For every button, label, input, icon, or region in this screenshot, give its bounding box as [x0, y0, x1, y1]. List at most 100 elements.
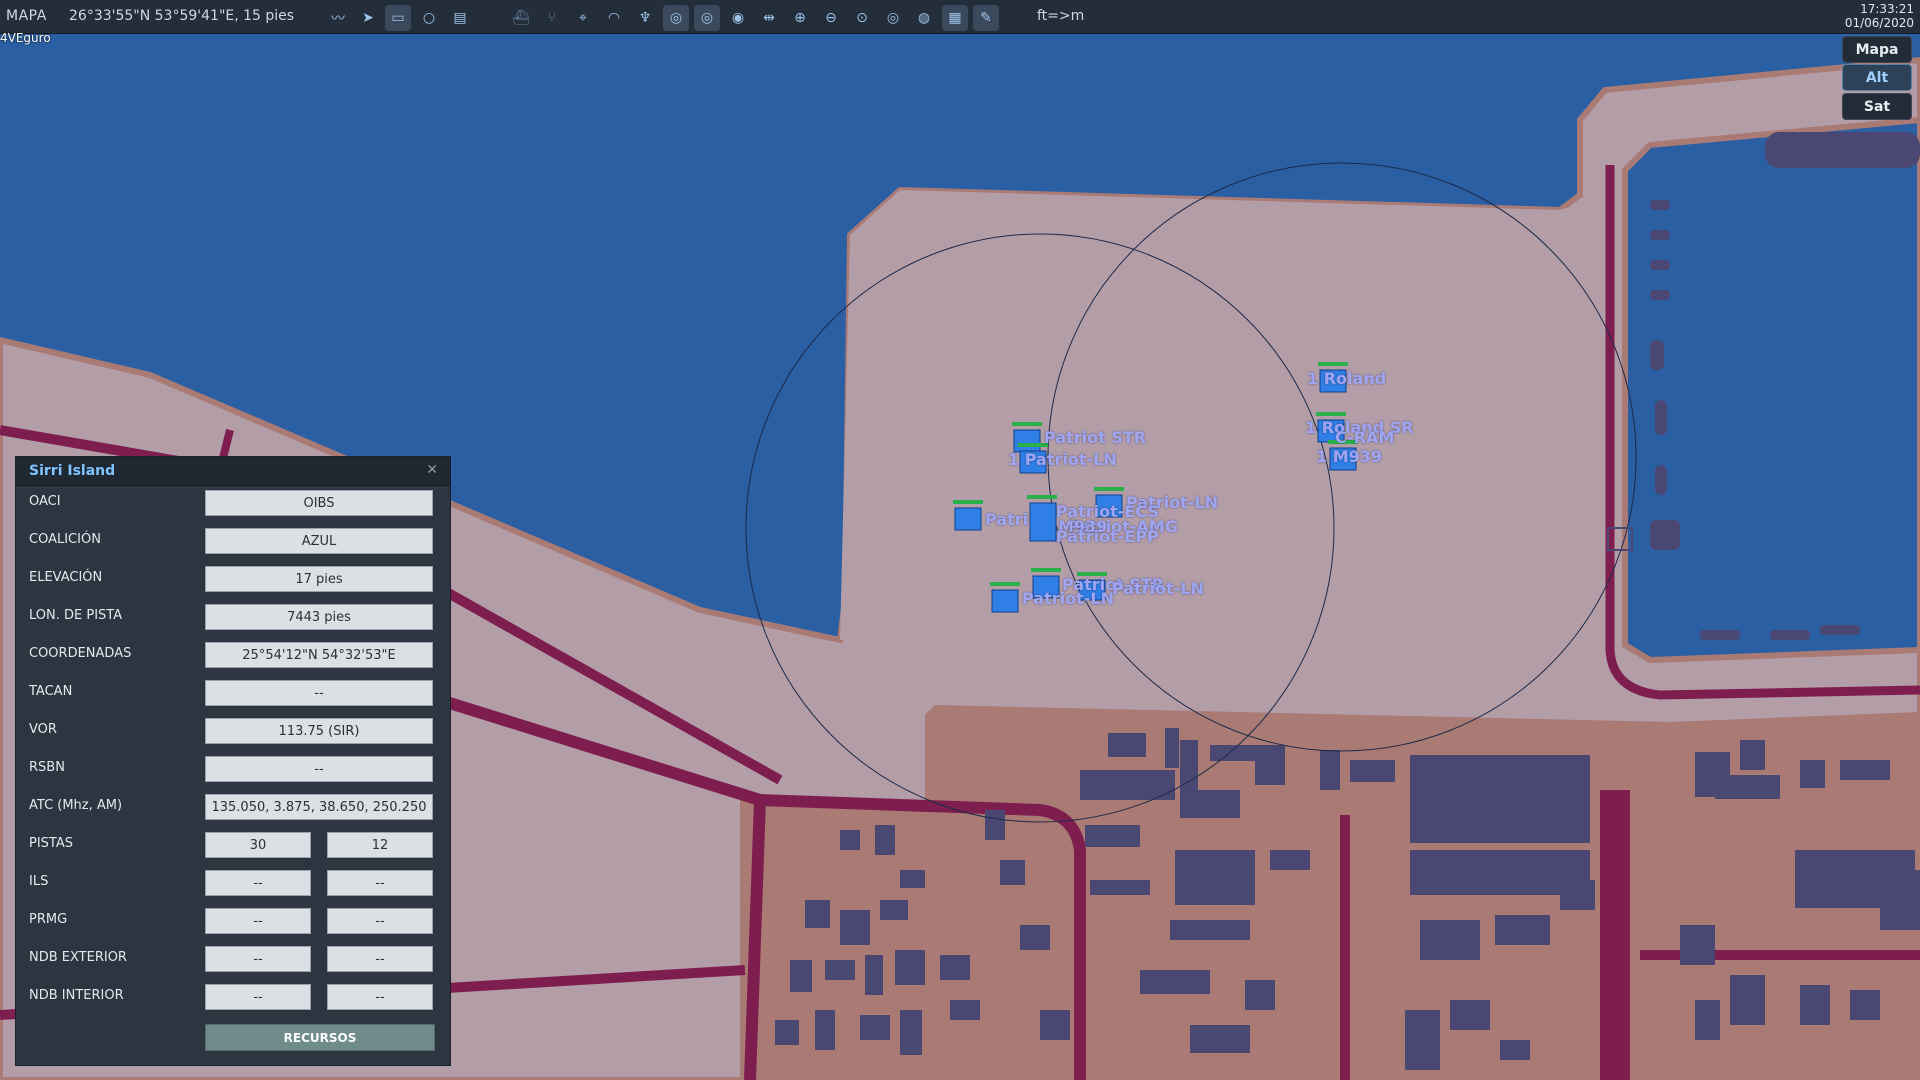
row-label: NDB INTERIOR — [29, 988, 124, 1003]
row-ndb-interior: NDB INTERIOR -- -- — [16, 981, 450, 1011]
ils-field-1: -- — [205, 870, 311, 896]
prmg-field-1: -- — [205, 908, 311, 934]
row-ndb-exterior: NDB EXTERIOR -- -- — [16, 943, 450, 973]
target-icon[interactable]: ◎ — [880, 5, 906, 31]
ils-field-2: -- — [327, 870, 433, 896]
panel-title: Sirri Island — [29, 463, 116, 479]
row-label: TACAN — [29, 684, 73, 699]
date-value: 01/06/2020 — [1844, 16, 1914, 30]
row-vor: VOR 113.75 (SIR) — [16, 715, 450, 745]
radar-red-icon[interactable]: ◎ — [663, 5, 689, 31]
unit-name: M939 — [1332, 447, 1383, 466]
recursos-button[interactable]: RECURSOS — [205, 1024, 435, 1051]
zoom-out-icon[interactable]: ⊖ — [818, 5, 844, 31]
cursor-coordinates: 26°33'55"N 53°59'41"E, 15 pies — [69, 8, 295, 24]
top-toolbar: MAPA 26°33'55"N 53°59'41"E, 15 pies 〰 ➤ … — [0, 0, 1920, 34]
unit-toggle-button[interactable]: ft=>m — [1037, 8, 1084, 24]
unit-name: Patriot-LN — [1024, 450, 1117, 469]
oaci-field: OIBS — [205, 490, 433, 516]
circle-icon[interactable]: ○ — [416, 5, 442, 31]
airfield-info-panel: Sirri Island ✕ OACI OIBS COALICIÓN AZUL … — [15, 456, 451, 1066]
globe-icon[interactable]: ◍ — [911, 5, 937, 31]
row-label: ILS — [29, 874, 49, 889]
corner-overlay-label: 4VEguro — [0, 31, 51, 45]
unit-label-m939[interactable]: 1 M939 — [1316, 447, 1382, 466]
wifi-signal-icon[interactable]: ◠ — [601, 5, 627, 31]
navigate-arrow-icon[interactable]: ➤ — [355, 5, 381, 31]
row-ils: ILS -- -- — [16, 867, 450, 897]
pan-icon[interactable]: ⇹ — [756, 5, 782, 31]
ship-icon[interactable]: ⛴ — [508, 5, 534, 31]
unit-label-patriot-ln-4[interactable]: Patriot-LN — [1112, 579, 1204, 598]
coordenadas-field: 25°54'12"N 54°32'53"E — [205, 642, 433, 668]
map-type-alt-button[interactable]: Alt — [1842, 64, 1912, 91]
row-label: PRMG — [29, 912, 68, 927]
unit-prefix: 1 — [1316, 447, 1328, 466]
row-label: VOR — [29, 722, 57, 737]
pencil-icon[interactable]: ✎ — [973, 5, 999, 31]
unit-label-patri[interactable]: Patri — [985, 510, 1028, 529]
map-type-mapa-button[interactable]: Mapa — [1842, 36, 1912, 63]
row-elevacion: ELEVACIÓN 17 pies — [16, 563, 450, 593]
close-icon[interactable]: ✕ — [426, 462, 438, 478]
grid-icon[interactable]: ▦ — [942, 5, 968, 31]
row-pistas: PISTAS 30 12 — [16, 829, 450, 859]
ruler-icon[interactable]: ▭ — [385, 5, 411, 31]
route-icon[interactable]: 〰 — [325, 5, 351, 31]
unit-label-patriot-ln[interactable]: 1 Patriot-LN — [1008, 450, 1117, 469]
tacan-field: -- — [205, 680, 433, 706]
row-atc: ATC (Mhz, AM) 135.050, 3.875, 38.650, 25… — [16, 791, 450, 821]
elevacion-field: 17 pies — [205, 566, 433, 592]
row-tacan: TACAN -- — [16, 677, 450, 707]
time-value: 17:33:21 — [1860, 2, 1914, 16]
row-rsbn: RSBN -- — [16, 753, 450, 783]
unit-label-patriot-epp[interactable]: Patriot-EPP — [1056, 527, 1159, 546]
row-oaci: OACI OIBS — [16, 487, 450, 517]
unit-prefix: 1 — [1307, 369, 1319, 388]
unit-label-patriot-str[interactable]: Patriot STR — [1044, 428, 1146, 447]
zoom-fit-icon[interactable]: ⊙ — [849, 5, 875, 31]
row-label: COALICIÓN — [29, 532, 101, 547]
row-coalicion: COALICIÓN AZUL — [16, 525, 450, 555]
crosshair-icon[interactable]: ⌖ — [570, 5, 596, 31]
pista-12-field[interactable]: 12 — [327, 832, 433, 858]
ndb-exterior-field-1: -- — [205, 946, 311, 972]
zoom-in-icon[interactable]: ⊕ — [787, 5, 813, 31]
prmg-field-2: -- — [327, 908, 433, 934]
unit-name: Roland — [1323, 369, 1387, 388]
pista-30-field[interactable]: 30 — [205, 832, 311, 858]
harbor-basin — [1622, 116, 1920, 664]
antenna-icon[interactable]: ♆ — [632, 5, 658, 31]
radar-blue-icon[interactable]: ◎ — [694, 5, 720, 31]
layers-icon[interactable]: ▤ — [447, 5, 473, 31]
branch-icon[interactable]: ⑂ — [539, 5, 565, 31]
rsbn-field: -- — [205, 756, 433, 782]
row-label: NDB EXTERIOR — [29, 950, 127, 965]
row-label: PISTAS — [29, 836, 74, 851]
airfield-area — [840, 190, 1670, 720]
unit-label-patriot-ln-3[interactable]: Patriot-LN — [1022, 589, 1114, 608]
atc-field: 135.050, 3.875, 38.650, 250.250 — [205, 794, 433, 820]
row-lon-pista: LON. DE PISTA 7443 pies — [16, 601, 450, 631]
radar-all-icon[interactable]: ◉ — [725, 5, 751, 31]
row-label: OACI — [29, 494, 61, 509]
sim-clock: 17:33:21 01/06/2020 — [1845, 2, 1914, 30]
coalicion-field: AZUL — [205, 528, 433, 554]
row-label: ATC (Mhz, AM) — [29, 798, 123, 813]
lon-pista-field: 7443 pies — [205, 604, 433, 630]
unit-label-c-ram[interactable]: C-RAM — [1335, 428, 1394, 447]
row-prmg: PRMG -- -- — [16, 905, 450, 935]
ndb-interior-field-1: -- — [205, 984, 311, 1010]
row-label: ELEVACIÓN — [29, 570, 103, 585]
ndb-interior-field-2: -- — [327, 984, 433, 1010]
row-coordenadas: COORDENADAS 25°54'12"N 54°32'53"E — [16, 639, 450, 669]
row-label: LON. DE PISTA — [29, 608, 123, 623]
unit-label-roland[interactable]: 1 Roland — [1307, 369, 1386, 388]
panel-header[interactable]: Sirri Island ✕ — [16, 457, 450, 486]
unit-prefix: 1 — [1008, 450, 1020, 469]
pier-structure — [1765, 132, 1920, 168]
unit-prefix: 1 — [1305, 418, 1317, 437]
map-type-sat-button[interactable]: Sat — [1842, 93, 1912, 120]
row-label: RSBN — [29, 760, 65, 775]
ndb-exterior-field-2: -- — [327, 946, 433, 972]
